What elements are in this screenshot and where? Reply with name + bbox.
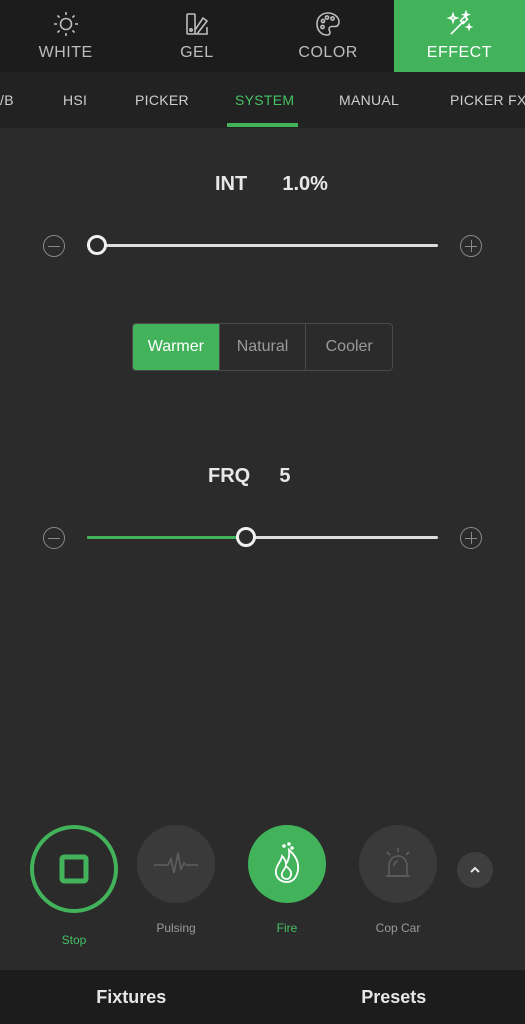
intensity-decrease-button[interactable] [43, 235, 65, 257]
fire-button[interactable] [248, 825, 326, 903]
flame-icon [274, 842, 300, 883]
tab-effect-label: EFFECT [426, 44, 492, 61]
tab-gel[interactable]: GEL [131, 0, 262, 72]
intensity-slider-thumb[interactable] [87, 235, 107, 255]
mode-tab-bar: WHITE GEL COLOR EFFECT [0, 0, 525, 72]
frequency-decrease-button[interactable] [43, 527, 65, 549]
color-temp-selector: Warmer Natural Cooler [132, 323, 393, 371]
effect-cop-car-label: Cop Car [375, 921, 421, 935]
warmer-option[interactable]: Warmer [133, 324, 220, 370]
sub-tab-hsi[interactable]: HSI [63, 92, 87, 108]
magic-wand-icon [446, 10, 474, 35]
gel-swatch-icon [186, 13, 209, 35]
palette-icon [316, 12, 340, 36]
stop-button[interactable] [30, 825, 118, 913]
effect-pulsing-label: Pulsing [156, 921, 196, 935]
sub-tab-manual[interactable]: MANUAL [339, 92, 399, 108]
effect-cop-car[interactable]: Cop Car [359, 825, 437, 935]
frequency-value: 5 [279, 465, 291, 487]
intensity-label: INT [215, 173, 248, 195]
natural-option[interactable]: Natural [220, 324, 307, 370]
intensity-slider-track[interactable] [87, 244, 438, 247]
tab-white-label: WHITE [38, 44, 93, 61]
intensity-increase-button[interactable] [460, 235, 482, 257]
chevron-up-icon [470, 866, 480, 873]
sub-tab-picker-fx[interactable]: PICKER FX [450, 92, 525, 108]
tab-color-label: COLOR [298, 44, 358, 61]
tab-gel-label: GEL [180, 44, 214, 61]
intensity-value: 1.0% [282, 173, 328, 195]
frequency-slider-thumb[interactable] [235, 527, 256, 547]
sub-tab-picker[interactable]: PICKER [135, 92, 189, 108]
effect-fire-label: Fire [276, 921, 298, 935]
stop-square-icon [59, 854, 89, 884]
cooler-option[interactable]: Cooler [306, 324, 392, 370]
pulsing-button[interactable] [137, 825, 215, 903]
tab-effect[interactable]: EFFECT [393, 0, 525, 72]
frequency-increase-button[interactable] [460, 527, 482, 549]
frequency-label: FRQ [208, 465, 251, 487]
fixtures-tab[interactable]: Fixtures [0, 970, 263, 1024]
effect-screen: WHITE GEL COLOR EFFECT /B HSI PICKER SYS… [0, 0, 525, 1024]
bottom-nav: Fixtures Presets [0, 970, 525, 1024]
sub-tab-system[interactable]: SYSTEM [235, 92, 294, 108]
sun-icon [53, 12, 78, 36]
tab-white[interactable]: WHITE [0, 0, 131, 72]
effect-stop-label: Stop [61, 933, 87, 947]
intensity-readout: INT 1.0% [215, 173, 328, 196]
sub-tab-wb[interactable]: /B [0, 92, 14, 108]
expand-effects-button[interactable] [457, 852, 493, 888]
active-sub-tab-indicator [227, 123, 298, 127]
frequency-slider-fill [87, 536, 246, 539]
cop-car-button[interactable] [359, 825, 437, 903]
siren-icon [386, 848, 410, 877]
effect-fire[interactable]: Fire [248, 825, 326, 935]
effect-pulsing[interactable]: Pulsing [137, 825, 215, 935]
effect-stop[interactable]: Stop [30, 825, 118, 947]
frequency-readout: FRQ 5 [208, 465, 290, 488]
pulse-wave-icon [154, 852, 198, 874]
sub-tab-bar: /B HSI PICKER SYSTEM MANUAL PICKER FX [0, 72, 525, 128]
tab-color[interactable]: COLOR [263, 0, 394, 72]
presets-tab[interactable]: Presets [263, 970, 525, 1024]
